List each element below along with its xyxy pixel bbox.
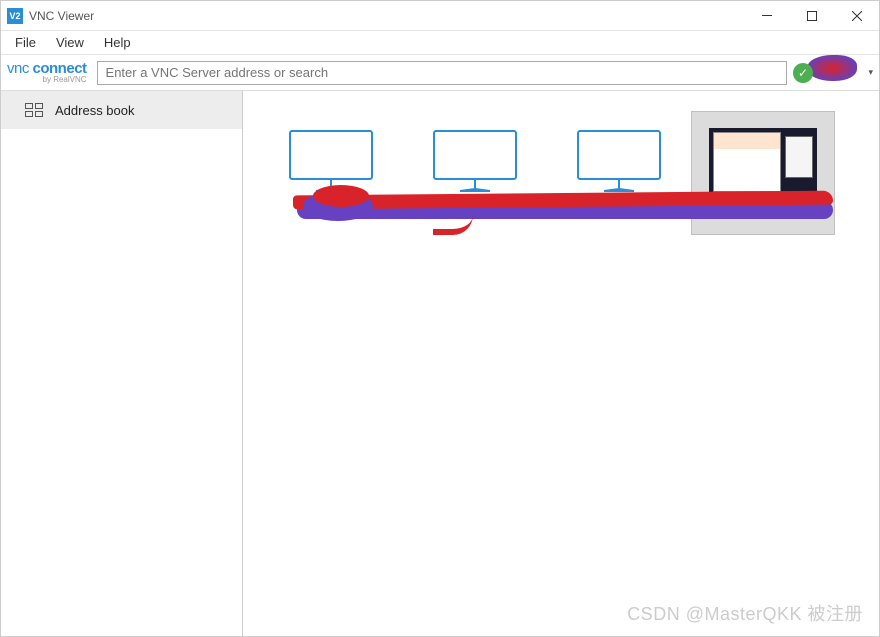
window-controls [744,1,879,31]
chevron-down-icon[interactable]: ▾ [868,67,873,78]
redaction-scribble-icon [807,55,857,81]
menu-file[interactable]: File [5,33,46,52]
redaction-scribble-icon [303,191,373,221]
sidebar-item-address-book[interactable]: Address book [1,91,242,129]
monitor-icon [432,129,518,195]
window-title: VNC Viewer [29,9,744,23]
menu-help[interactable]: Help [94,33,141,52]
check-icon: ✓ [793,63,813,83]
menubar: File View Help [1,31,879,55]
logo: vnc connect by RealVNC [7,61,87,84]
minimize-button[interactable] [744,1,789,31]
sidebar: Address book [1,91,243,636]
grid-icon [25,103,43,117]
search-input[interactable] [97,61,787,85]
titlebar: V2 VNC Viewer [1,1,879,31]
logo-text-a: vnc [7,60,33,77]
connection-thumbnail [709,128,817,196]
menu-view[interactable]: View [46,33,94,52]
redaction-scribble-icon [297,201,833,219]
logo-subtext: by RealVNC [43,75,87,84]
app-icon: V2 [7,8,23,24]
watermark: CSDN @MasterQKK 被注册 [627,600,863,626]
toolbar: vnc connect by RealVNC ✓ ▾ [1,55,879,91]
content-area [243,91,879,636]
body-area: Address book [1,91,879,636]
sidebar-item-label: Address book [55,103,135,118]
maximize-button[interactable] [789,1,834,31]
monitor-icon [576,129,662,195]
signin-area[interactable]: ✓ ▾ [793,59,873,87]
close-button[interactable] [834,1,879,31]
